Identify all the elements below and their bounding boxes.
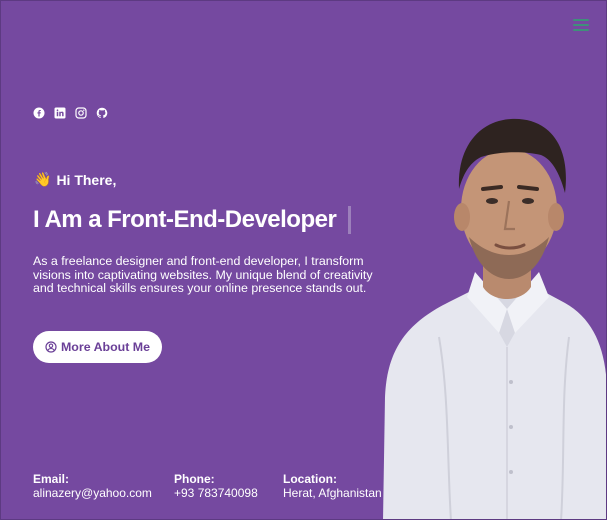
email-label: Email: bbox=[33, 472, 70, 486]
phone-label: Phone: bbox=[174, 472, 215, 486]
hero-section: 👋 Hi There, I Am a Front-End-Developer A… bbox=[0, 0, 607, 520]
user-circle-icon bbox=[45, 341, 57, 353]
contact-email: Email: alinazery@yahoo.com bbox=[33, 472, 152, 500]
hamburger-menu-icon[interactable] bbox=[573, 17, 591, 31]
email-value[interactable]: alinazery@yahoo.com bbox=[33, 486, 152, 500]
instagram-icon[interactable] bbox=[75, 107, 87, 119]
contact-location: Location: Herat, Afghanistan bbox=[283, 472, 382, 500]
greeting-text: Hi There, bbox=[56, 171, 117, 188]
more-about-me-label: More About Me bbox=[60, 340, 151, 354]
headline: I Am a Front-End-Developer bbox=[33, 206, 352, 234]
facebook-icon[interactable] bbox=[33, 107, 45, 119]
linkedin-icon[interactable] bbox=[54, 107, 66, 119]
intro-paragraph: As a freelance designer and front-end de… bbox=[33, 254, 373, 296]
contact-phone: Phone: +93 783740098 bbox=[174, 472, 258, 500]
waving-hand-icon: 👋 bbox=[34, 171, 52, 187]
location-label: Location: bbox=[283, 472, 337, 486]
profile-portrait bbox=[383, 118, 606, 519]
headline-role: Front-End-Developer bbox=[107, 206, 337, 233]
more-about-me-button[interactable]: More About Me bbox=[33, 331, 162, 363]
greeting: 👋 Hi There, bbox=[34, 171, 116, 188]
social-links bbox=[33, 107, 108, 119]
typing-cursor bbox=[348, 206, 352, 234]
github-icon[interactable] bbox=[96, 107, 108, 119]
location-value: Herat, Afghanistan bbox=[283, 486, 382, 500]
phone-value[interactable]: +93 783740098 bbox=[174, 486, 258, 500]
headline-prefix: I Am a bbox=[33, 206, 102, 233]
